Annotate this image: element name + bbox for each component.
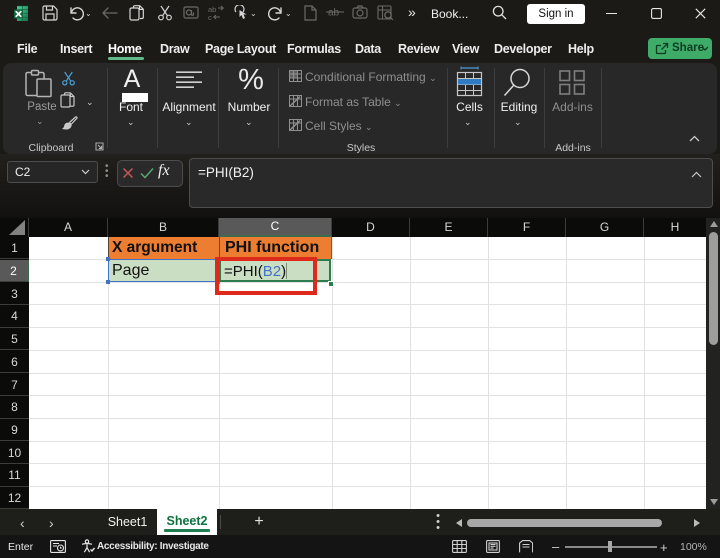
svg-text:ab: ab	[328, 8, 340, 19]
svg-text:c: c	[208, 13, 212, 21]
